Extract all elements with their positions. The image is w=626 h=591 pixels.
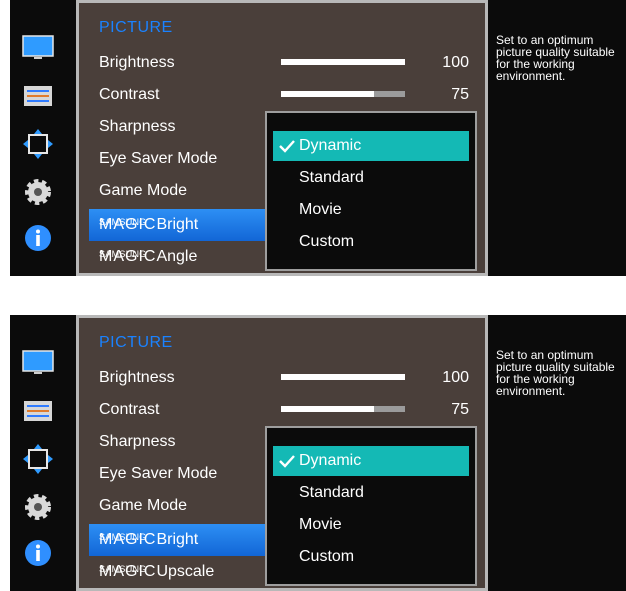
option-label: Custom — [299, 548, 355, 565]
slider-fill — [281, 406, 374, 412]
settings-panel-icon[interactable] — [22, 395, 54, 427]
menu-item-label: Eye Saver Mode — [99, 465, 218, 482]
osd-screen-bottom: PICTURE Brightness 100 Contrast 75 Sharp… — [10, 315, 626, 591]
menu-item-label: Sharpness — [99, 433, 176, 450]
contrast-slider[interactable] — [281, 406, 405, 412]
checkmark-icon — [279, 140, 295, 153]
menu-item-label: SAMSUNG MAGICBright — [99, 531, 199, 548]
slider-fill — [281, 374, 405, 380]
contrast-slider[interactable] — [281, 91, 405, 97]
dropdown-option-custom[interactable]: Custom — [273, 542, 469, 572]
osd-screen-top: PICTURE Brightness 100 Contrast 75 Sharp… — [10, 0, 626, 276]
info-icon[interactable] — [22, 222, 54, 254]
menu-item-label: Sharpness — [99, 118, 176, 135]
dropdown-option-dynamic[interactable]: Dynamic — [273, 131, 469, 161]
option-label: Dynamic — [299, 452, 362, 469]
gear-icon[interactable] — [22, 176, 54, 208]
settings-panel-icon[interactable] — [22, 80, 54, 112]
option-label: Movie — [299, 201, 342, 218]
dropdown-option-dynamic[interactable]: Dynamic — [273, 446, 469, 476]
menu-item-label: Brightness — [99, 54, 175, 71]
menu-item-label: SAMSUNG MAGICBright — [99, 216, 199, 233]
menu-item-label: Eye Saver Mode — [99, 150, 218, 167]
menu-item-label: Contrast — [99, 401, 160, 418]
dropdown-option-movie[interactable]: Movie — [273, 510, 469, 540]
menu-item-label: SAMSUNG MAGICAngle — [99, 248, 198, 265]
contrast-value: 75 — [451, 401, 469, 418]
magic-bright-dropdown: Dynamic Standard Movie Custom — [265, 426, 477, 586]
menu-item-contrast[interactable]: Contrast 75 — [79, 394, 485, 426]
dropdown-option-custom[interactable]: Custom — [273, 227, 469, 257]
dropdown-option-standard[interactable]: Standard — [273, 163, 469, 193]
description-text: Set to an optimum picture quality suitab… — [488, 315, 626, 591]
menu-item-label: Game Mode — [99, 497, 188, 514]
dropdown-option-standard[interactable]: Standard — [273, 478, 469, 508]
monitor-icon[interactable] — [22, 347, 54, 379]
brightness-value: 100 — [442, 369, 469, 386]
menu-item-label: SAMSUNG MAGICUpscale — [99, 563, 215, 580]
magic-bright-dropdown: Dynamic Standard Movie Custom — [265, 111, 477, 271]
menu-item-label: Brightness — [99, 369, 175, 386]
option-label: Custom — [299, 233, 355, 250]
option-label: Movie — [299, 516, 342, 533]
menu-title: PICTURE — [99, 19, 173, 36]
icon-sidebar — [10, 0, 76, 276]
brightness-slider[interactable] — [281, 374, 405, 380]
move-arrows-icon[interactable] — [22, 128, 54, 160]
brightness-value: 100 — [442, 54, 469, 71]
menu-item-brightness[interactable]: Brightness 100 — [79, 362, 485, 394]
picture-menu: PICTURE Brightness 100 Contrast 75 Sharp… — [76, 315, 488, 591]
option-label: Dynamic — [299, 137, 362, 154]
info-icon[interactable] — [22, 537, 54, 569]
brightness-slider[interactable] — [281, 59, 405, 65]
menu-item-brightness[interactable]: Brightness 100 — [79, 47, 485, 79]
monitor-icon[interactable] — [22, 32, 54, 64]
option-label: Standard — [299, 484, 364, 501]
gear-icon[interactable] — [22, 491, 54, 523]
dropdown-option-movie[interactable]: Movie — [273, 195, 469, 225]
contrast-value: 75 — [451, 86, 469, 103]
checkmark-icon — [279, 455, 295, 468]
icon-sidebar — [10, 315, 76, 591]
menu-item-label: Contrast — [99, 86, 160, 103]
slider-fill — [281, 59, 405, 65]
slider-fill — [281, 91, 374, 97]
description-text: Set to an optimum picture quality suitab… — [488, 0, 626, 276]
option-label: Standard — [299, 169, 364, 186]
menu-item-contrast[interactable]: Contrast 75 — [79, 79, 485, 111]
menu-item-label: Game Mode — [99, 182, 188, 199]
picture-menu: PICTURE Brightness 100 Contrast 75 Sharp… — [76, 0, 488, 276]
move-arrows-icon[interactable] — [22, 443, 54, 475]
menu-title: PICTURE — [99, 334, 173, 351]
